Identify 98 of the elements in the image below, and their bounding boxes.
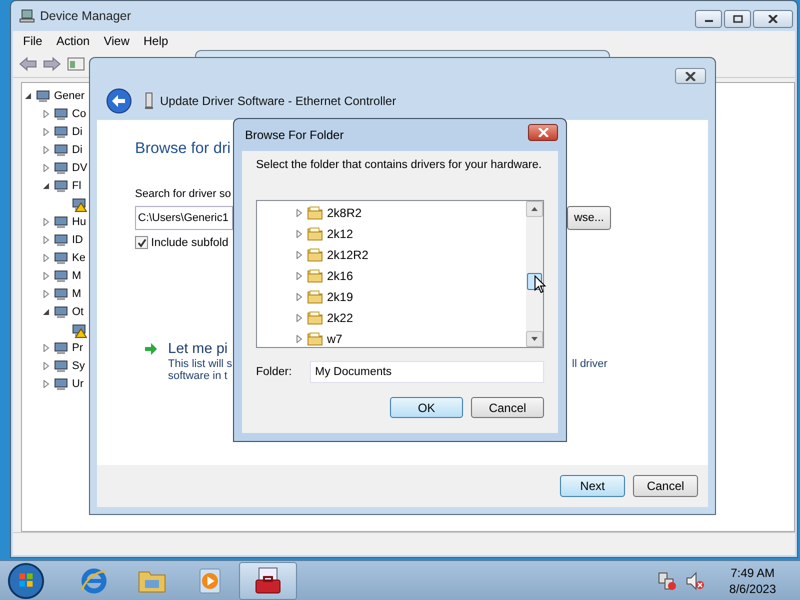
tree-item[interactable]: Ke xyxy=(71,252,86,264)
folder-label: Folder: xyxy=(256,366,293,378)
tree-item[interactable]: Co xyxy=(71,108,86,120)
tree-item[interactable]: Fl xyxy=(71,180,82,192)
device-icon xyxy=(53,124,69,140)
tree-item[interactable]: Di xyxy=(71,144,82,156)
close-icon xyxy=(685,72,696,80)
clock-date: 8/6/2023 xyxy=(729,580,776,596)
minimize-button[interactable] xyxy=(695,10,722,28)
tree-item[interactable]: Ot xyxy=(71,306,84,318)
search-label: Search for driver so xyxy=(135,188,232,200)
folder-item[interactable]: w7 xyxy=(327,332,342,346)
next-button[interactable]: Next xyxy=(560,475,625,497)
folder-item[interactable]: 2k19 xyxy=(327,290,354,304)
computer-icon xyxy=(19,8,35,24)
device-icon xyxy=(53,340,69,356)
network-icon[interactable] xyxy=(657,570,678,590)
menu-item[interactable]: File xyxy=(17,34,48,48)
tree-item[interactable]: Sy xyxy=(71,360,85,372)
back-icon[interactable] xyxy=(106,88,132,114)
cancel-button[interactable]: Cancel xyxy=(471,397,544,418)
option-description: software in t xyxy=(168,370,228,382)
tree-item[interactable]: M xyxy=(71,288,82,300)
tree-item[interactable]: DV xyxy=(71,162,88,174)
folder-icon xyxy=(307,330,323,346)
close-icon xyxy=(538,128,548,136)
folder-item[interactable]: 2k22 xyxy=(327,310,354,324)
maximize-icon xyxy=(732,15,742,23)
menu-item[interactable]: Help xyxy=(138,34,174,48)
ok-button[interactable]: OK xyxy=(390,397,463,418)
cancel-button[interactable]: Cancel xyxy=(633,475,698,497)
device-icon xyxy=(53,142,69,158)
folder-field[interactable]: My Documents xyxy=(310,361,544,383)
folder-item[interactable]: 2k8R2 xyxy=(327,206,362,220)
device-icon xyxy=(35,88,51,104)
checkbox-label: Include subfold xyxy=(151,236,228,248)
expander-icon[interactable] xyxy=(42,182,50,190)
window-title: Device Manager xyxy=(40,9,132,23)
checkbox[interactable] xyxy=(135,236,148,249)
folder-icon xyxy=(307,268,323,284)
wizard-title: Update Driver Software - Ethernet Controller xyxy=(160,94,396,108)
device-icon xyxy=(53,214,69,230)
toolbox-icon xyxy=(253,566,283,596)
device-icon xyxy=(53,304,69,320)
instruction-text: Select the folder that contains drivers for your hardware. xyxy=(256,159,543,171)
device-icon xyxy=(53,160,69,176)
tree-item[interactable]: Di xyxy=(71,126,82,138)
dialog-title: Browse For Folder xyxy=(245,128,344,142)
device-icon xyxy=(53,376,69,392)
option-title[interactable]: Let me pi xyxy=(168,341,228,357)
folder-item[interactable]: 2k12 xyxy=(327,226,354,240)
browse-button[interactable]: wse... xyxy=(567,206,611,230)
option-description: This list will s xyxy=(168,358,232,370)
device-icon xyxy=(53,358,69,374)
tree-item[interactable]: ID xyxy=(71,234,83,246)
tree-item[interactable]: M xyxy=(71,270,82,282)
device-icon xyxy=(53,178,69,194)
menu-item[interactable]: View xyxy=(98,34,136,48)
folder-icon xyxy=(307,310,323,326)
properties-icon[interactable] xyxy=(67,57,85,71)
close-button[interactable] xyxy=(528,124,558,140)
arrow-icon[interactable] xyxy=(144,343,158,355)
globe-e-icon xyxy=(79,566,109,596)
device-icon xyxy=(53,106,69,122)
taskbar-button[interactable] xyxy=(239,562,297,600)
folder-item[interactable]: 2k12R2 xyxy=(327,248,368,262)
forward-arrow-icon[interactable] xyxy=(43,57,61,71)
expander-icon[interactable] xyxy=(42,308,50,316)
folder-icon xyxy=(307,288,323,304)
muted-speaker-icon[interactable] xyxy=(685,570,706,590)
folder-item[interactable]: 2k16 xyxy=(327,268,354,282)
device-icon xyxy=(53,232,69,248)
tree-item[interactable]: Ur xyxy=(71,378,84,390)
device-icon xyxy=(53,250,69,266)
close-button[interactable] xyxy=(675,68,706,84)
clock-time: 7:49 AM xyxy=(730,564,775,580)
close-button[interactable] xyxy=(753,10,793,28)
start-button[interactable] xyxy=(7,562,45,600)
scroll-down-icon[interactable] xyxy=(531,337,538,341)
folder-icon xyxy=(307,226,323,242)
path-field[interactable]: C:\Users\Generic1 xyxy=(135,206,233,230)
back-arrow-icon[interactable] xyxy=(19,57,37,71)
option-description: ll driver xyxy=(572,358,608,370)
expander-icon[interactable] xyxy=(24,92,32,100)
device-icon xyxy=(53,286,69,302)
maximize-button[interactable] xyxy=(724,10,751,28)
tree-item[interactable]: Pr xyxy=(71,342,83,354)
tree-item[interactable]: Gener xyxy=(53,90,85,102)
scroll-up-icon[interactable] xyxy=(531,207,538,211)
scrollbar[interactable] xyxy=(526,201,543,347)
network-adapter-icon xyxy=(144,92,154,110)
menu-item[interactable]: Action xyxy=(50,34,96,48)
page-heading: Browse for dri xyxy=(135,140,232,158)
folder-icon xyxy=(307,204,323,220)
folder-icon xyxy=(307,246,323,262)
tree-item[interactable]: Hu xyxy=(71,216,86,228)
close-icon xyxy=(768,15,778,23)
device-icon xyxy=(53,268,69,284)
